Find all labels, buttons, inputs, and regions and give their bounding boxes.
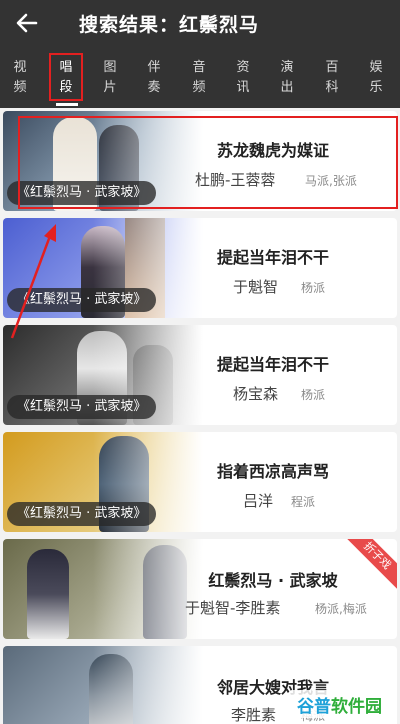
- watermark-logo: 谷普 软件园: [289, 690, 390, 718]
- annotation-arrow-icon: [10, 224, 56, 339]
